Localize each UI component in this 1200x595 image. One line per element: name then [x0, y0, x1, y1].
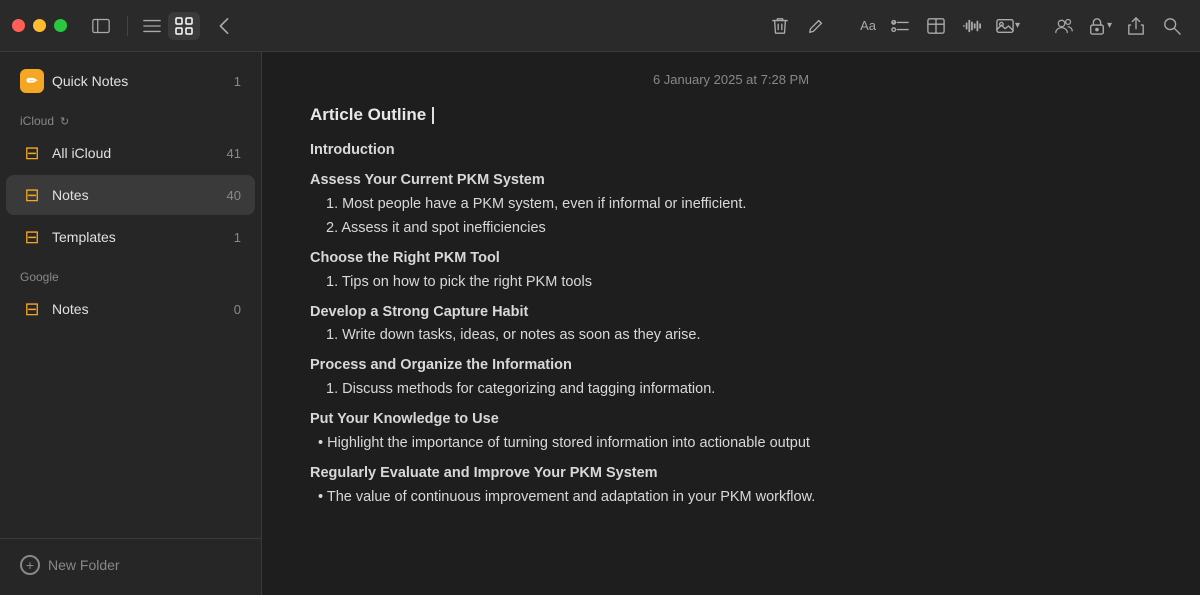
share-icon [1127, 17, 1145, 35]
folder-templates-icon: ⊟ [20, 225, 44, 249]
compose-icon [807, 17, 825, 35]
google-section-header: Google [0, 258, 261, 288]
font-label: Aa [860, 18, 876, 33]
note-area: 6 January 2025 at 7:28 PM Article Outlin… [262, 52, 1200, 595]
search-button[interactable] [1156, 12, 1188, 40]
list-item-3: 1. Tips on how to pick the right PKM too… [310, 271, 1152, 295]
main-content: ✏ Quick Notes 1 iCloud ↻ ⊟ All iCloud 41… [0, 52, 1200, 595]
folder-icon: ⊟ [20, 141, 44, 165]
folder-notes-icon: ⊟ [20, 183, 44, 207]
notes-icloud-label: Notes [52, 187, 227, 203]
font-button[interactable]: Aa [856, 12, 880, 40]
quick-notes-label: Quick Notes [52, 73, 234, 89]
checklist-icon [891, 17, 909, 35]
section-choose: Choose the Right PKM Tool [310, 247, 1152, 271]
icloud-sync-icon: ↻ [60, 115, 69, 128]
notes-google-label: Notes [52, 301, 234, 317]
table-button[interactable] [920, 12, 952, 40]
bullet-item-2: • The value of continuous improvement an… [310, 486, 1152, 510]
photo-icon [996, 17, 1014, 35]
close-button[interactable] [12, 19, 25, 32]
templates-label: Templates [52, 229, 234, 245]
sidebar-bottom: + New Folder [0, 538, 261, 595]
minimize-button[interactable] [33, 19, 46, 32]
templates-count: 1 [234, 230, 241, 245]
list-item-4: 1. Write down tasks, ideas, or notes as … [310, 324, 1152, 348]
collaborate-button[interactable] [1048, 12, 1080, 40]
notes-icloud-count: 40 [227, 188, 241, 203]
sidebar-toggle-icon [92, 17, 110, 35]
list-item-1: 1. Most people have a PKM system, even i… [310, 193, 1152, 217]
icloud-label: iCloud [20, 114, 54, 128]
trash-icon [771, 17, 789, 35]
grid-view-button[interactable] [168, 12, 200, 40]
all-icloud-label: All iCloud [52, 145, 227, 161]
delete-button[interactable] [764, 12, 796, 40]
sidebar-item-quick-notes[interactable]: ✏ Quick Notes 1 [6, 61, 255, 101]
sidebar-item-all-icloud[interactable]: ⊟ All iCloud 41 [6, 133, 255, 173]
collaborate-icon [1055, 17, 1073, 35]
icloud-section-header: iCloud ↻ [0, 102, 261, 132]
note-content[interactable]: 6 January 2025 at 7:28 PM Article Outlin… [262, 52, 1200, 595]
toolbar-divider [127, 16, 128, 36]
chevron-left-icon [215, 17, 233, 35]
sidebar-item-notes-google[interactable]: ⊟ Notes 0 [6, 289, 255, 329]
note-title-text: Article Outline [310, 105, 426, 124]
toolbar-right: Aa [764, 12, 1188, 40]
sidebar-toggle-button[interactable] [83, 12, 119, 40]
note-date: 6 January 2025 at 7:28 PM [310, 72, 1152, 87]
list-view-button[interactable] [136, 12, 168, 40]
table-icon [927, 17, 945, 35]
section-process: Process and Organize the Information [310, 354, 1152, 378]
notes-google-count: 0 [234, 302, 241, 317]
share-button[interactable] [1120, 12, 1152, 40]
sidebar-item-notes-icloud[interactable]: ⊟ Notes 40 [6, 175, 255, 215]
list-item-2: 2. Assess it and spot inefficiencies [310, 217, 1152, 241]
folder-google-icon: ⊟ [20, 297, 44, 321]
titlebar: Aa [0, 0, 1200, 52]
new-folder-icon: + [20, 555, 40, 575]
quick-notes-count: 1 [234, 74, 241, 89]
new-folder-label: New Folder [48, 557, 120, 573]
search-icon [1163, 17, 1181, 35]
compose-button[interactable] [800, 12, 832, 40]
audio-button[interactable] [956, 12, 988, 40]
section-evaluate: Regularly Evaluate and Improve Your PKM … [310, 462, 1152, 486]
section-put: Put Your Knowledge to Use [310, 408, 1152, 432]
sidebar: ✏ Quick Notes 1 iCloud ↻ ⊟ All iCloud 41… [0, 52, 262, 595]
list-icon [143, 17, 161, 35]
lock-button[interactable]: ▾ [1084, 12, 1116, 40]
list-item-5: 1. Discuss methods for categorizing and … [310, 378, 1152, 402]
media-button[interactable]: ▾ [992, 12, 1024, 40]
note-title: Article Outline [310, 105, 1152, 125]
quick-notes-icon: ✏ [20, 69, 44, 93]
google-label: Google [20, 270, 59, 284]
maximize-button[interactable] [54, 19, 67, 32]
bullet-item-1: • Highlight the importance of turning st… [310, 432, 1152, 456]
checklist-button[interactable] [884, 12, 916, 40]
section-introduction: Introduction [310, 139, 1152, 163]
all-icloud-count: 41 [227, 146, 241, 161]
section-assess: Assess Your Current PKM System [310, 169, 1152, 193]
section-develop: Develop a Strong Capture Habit [310, 301, 1152, 325]
lock-icon [1088, 17, 1106, 35]
note-body: Introduction Assess Your Current PKM Sys… [310, 139, 1152, 510]
back-button[interactable] [208, 12, 240, 40]
waveform-icon [963, 17, 981, 35]
grid-icon [175, 17, 193, 35]
new-folder-button[interactable]: + New Folder [6, 547, 255, 583]
traffic-lights [12, 19, 67, 32]
sidebar-item-templates[interactable]: ⊟ Templates 1 [6, 217, 255, 257]
